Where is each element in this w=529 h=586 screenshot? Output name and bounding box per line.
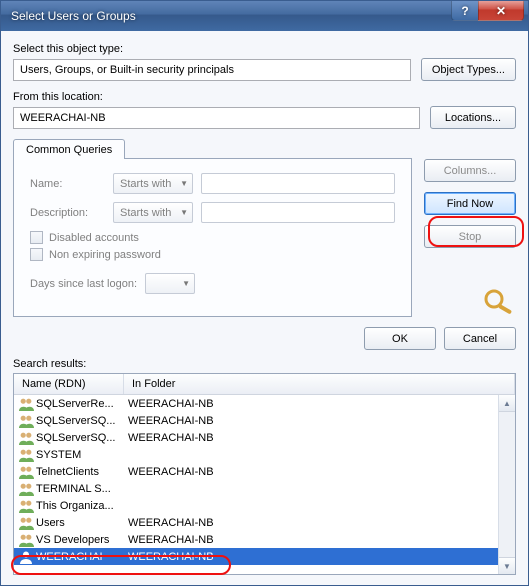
row-folder: WEERACHAI-NB: [126, 398, 515, 410]
window-title: Select Users or Groups: [11, 9, 136, 23]
search-results-list: Name (RDN) In Folder ▲ ▼ SQLServerRe...W…: [13, 373, 516, 575]
list-body[interactable]: ▲ ▼ SQLServerRe...WEERACHAI-NBSQLServerS…: [14, 395, 515, 574]
name-label: Name:: [30, 178, 105, 190]
list-row[interactable]: VS DevelopersWEERACHAI-NB: [14, 531, 515, 548]
list-header: Name (RDN) In Folder: [14, 374, 515, 395]
group-icon: [18, 431, 34, 445]
row-folder: WEERACHAI-NB: [126, 534, 515, 546]
row-folder: WEERACHAI-NB: [126, 517, 515, 529]
cancel-button[interactable]: Cancel: [444, 327, 516, 350]
row-folder: WEERACHAI-NB: [126, 432, 515, 444]
row-folder: WEERACHAI-NB: [126, 415, 515, 427]
list-row[interactable]: TERMINAL S...: [14, 480, 515, 497]
list-row[interactable]: SQLServerRe...WEERACHAI-NB: [14, 395, 515, 412]
location-label: From this location:: [13, 91, 516, 103]
name-match-dropdown[interactable]: Starts with ▼: [113, 173, 193, 194]
days-since-logon-label: Days since last logon:: [30, 278, 137, 290]
row-name: SQLServerSQ...: [34, 415, 126, 427]
non-expiring-checkbox[interactable]: [30, 248, 43, 261]
group-icon: [18, 482, 34, 496]
group-icon: [18, 414, 34, 428]
group-icon: [18, 533, 34, 547]
name-input[interactable]: [201, 173, 395, 194]
row-name: VS Developers: [34, 534, 126, 546]
row-folder: WEERACHAI-NB: [126, 551, 515, 563]
scroll-down-icon[interactable]: ▼: [499, 557, 515, 574]
disabled-accounts-checkbox[interactable]: [30, 231, 43, 244]
tab-common-queries[interactable]: Common Queries: [13, 139, 125, 159]
search-icon: [482, 288, 516, 317]
non-expiring-label: Non expiring password: [49, 249, 161, 261]
description-input[interactable]: [201, 202, 395, 223]
row-name: TERMINAL S...: [34, 483, 126, 495]
column-name[interactable]: Name (RDN): [14, 374, 124, 394]
object-type-label: Select this object type:: [13, 43, 516, 55]
location-field[interactable]: WEERACHAI-NB: [13, 107, 420, 129]
locations-button[interactable]: Locations...: [430, 106, 516, 129]
chevron-down-icon: ▼: [180, 179, 188, 188]
row-name: WEERACHAI: [34, 551, 126, 563]
chevron-down-icon: ▼: [182, 279, 190, 288]
list-row[interactable]: UsersWEERACHAI-NB: [14, 514, 515, 531]
search-results-label: Search results:: [13, 358, 516, 370]
list-row[interactable]: WEERACHAIWEERACHAI-NB: [14, 548, 515, 565]
object-type-field[interactable]: Users, Groups, or Built-in security prin…: [13, 59, 411, 81]
row-folder: WEERACHAI-NB: [126, 466, 515, 478]
list-row[interactable]: SQLServerSQ...WEERACHAI-NB: [14, 429, 515, 446]
object-types-button[interactable]: Object Types...: [421, 58, 516, 81]
description-match-dropdown[interactable]: Starts with ▼: [113, 202, 193, 223]
common-queries-panel: Name: Starts with ▼ Description: Starts …: [13, 158, 412, 317]
scrollbar[interactable]: ▲ ▼: [498, 395, 515, 574]
column-folder[interactable]: In Folder: [124, 374, 515, 394]
list-row[interactable]: SYSTEM: [14, 446, 515, 463]
list-row[interactable]: TelnetClientsWEERACHAI-NB: [14, 463, 515, 480]
stop-button[interactable]: Stop: [424, 225, 516, 248]
row-name: SYSTEM: [34, 449, 126, 461]
close-button[interactable]: ✕: [478, 1, 524, 21]
select-users-dialog: Select Users or Groups ? ✕ Select this o…: [0, 0, 529, 586]
description-label: Description:: [30, 207, 105, 219]
user-icon: [18, 550, 34, 564]
row-name: SQLServerSQ...: [34, 432, 126, 444]
columns-button[interactable]: Columns...: [424, 159, 516, 182]
ok-button[interactable]: OK: [364, 327, 436, 350]
titlebar[interactable]: Select Users or Groups ? ✕: [1, 1, 528, 31]
row-name: This Organiza...: [34, 500, 126, 512]
scroll-up-icon[interactable]: ▲: [499, 395, 515, 412]
list-row[interactable]: SQLServerSQ...WEERACHAI-NB: [14, 412, 515, 429]
row-name: SQLServerRe...: [34, 398, 126, 410]
group-icon: [18, 397, 34, 411]
list-row[interactable]: This Organiza...: [14, 497, 515, 514]
days-since-logon-dropdown[interactable]: ▼: [145, 273, 195, 294]
find-now-button[interactable]: Find Now: [424, 192, 516, 215]
row-name: TelnetClients: [34, 466, 126, 478]
group-icon: [18, 448, 34, 462]
group-icon: [18, 465, 34, 479]
help-button[interactable]: ?: [451, 1, 479, 21]
disabled-accounts-label: Disabled accounts: [49, 232, 139, 244]
group-icon: [18, 516, 34, 530]
row-name: Users: [34, 517, 126, 529]
chevron-down-icon: ▼: [180, 208, 188, 217]
group-icon: [18, 499, 34, 513]
